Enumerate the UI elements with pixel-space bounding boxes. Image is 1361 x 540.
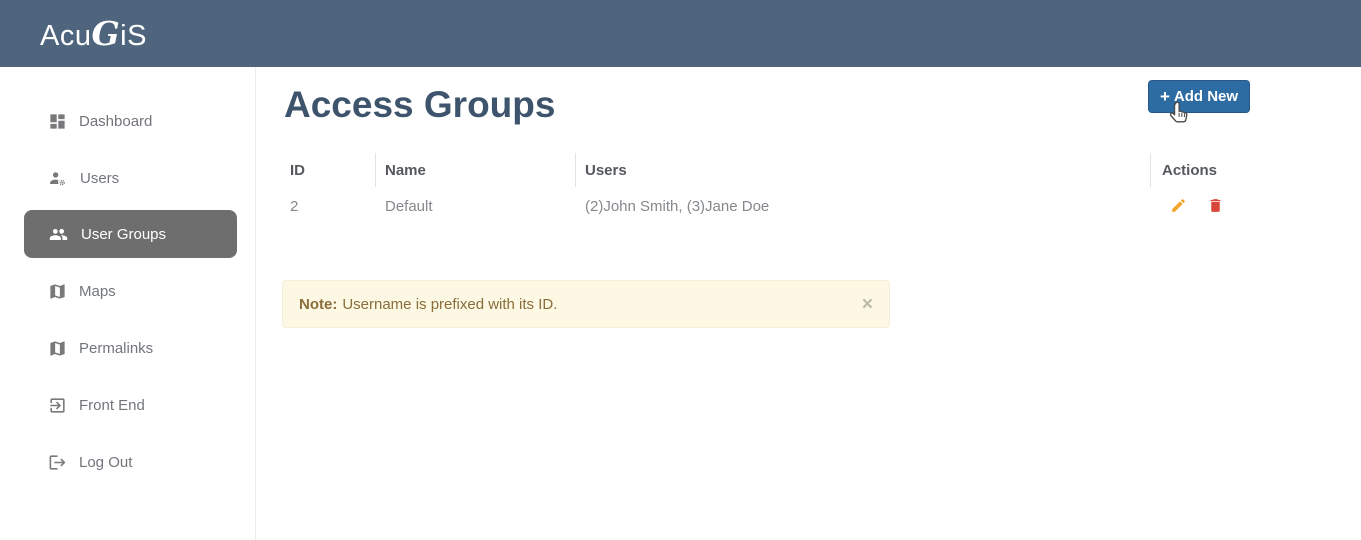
logo-text-g: G <box>91 14 120 53</box>
enter-app-icon <box>48 396 67 415</box>
cell-group-name: Default <box>385 198 433 215</box>
column-header-id: ID <box>290 162 305 179</box>
sidebar-item-log-out[interactable]: Log Out <box>24 438 237 486</box>
top-header-bar: AcuGiS <box>0 0 1361 67</box>
logo-text-prefix: Acu <box>40 20 91 52</box>
sidebar-item-label: Permalinks <box>79 340 153 357</box>
column-header-actions: Actions <box>1162 162 1217 179</box>
map-icon <box>48 339 67 358</box>
map-icon <box>48 282 67 301</box>
sidebar-item-dashboard[interactable]: Dashboard <box>24 97 237 145</box>
sidebar-nav: Dashboard Users User Groups Maps Permali… <box>0 67 256 540</box>
logout-icon <box>48 453 67 472</box>
note-alert: Note: Username is prefixed with its ID. … <box>282 280 890 328</box>
sidebar-item-label: Users <box>80 170 119 187</box>
page-title: Access Groups <box>284 84 555 126</box>
sidebar-item-label: Dashboard <box>79 113 152 130</box>
sidebar-item-front-end[interactable]: Front End <box>24 381 237 429</box>
note-text: Username is prefixed with its ID. <box>342 296 557 313</box>
app-logo: AcuGiS <box>40 0 147 67</box>
sidebar-item-label: Log Out <box>79 454 132 471</box>
edit-button[interactable] <box>1170 197 1187 214</box>
user-gear-icon <box>48 169 68 188</box>
note-label: Note: <box>299 296 337 313</box>
sidebar-item-users[interactable]: Users <box>24 154 237 202</box>
sidebar-item-label: User Groups <box>81 226 166 243</box>
sidebar-item-maps[interactable]: Maps <box>24 267 237 315</box>
close-icon[interactable]: × <box>862 295 873 314</box>
column-header-users: Users <box>585 162 627 179</box>
sidebar-item-user-groups[interactable]: User Groups <box>24 210 237 258</box>
column-header-name: Name <box>385 162 426 179</box>
column-divider <box>375 153 376 187</box>
cell-group-id: 2 <box>290 198 298 215</box>
dashboard-icon <box>48 112 67 131</box>
column-divider <box>575 153 576 187</box>
sidebar-item-permalinks[interactable]: Permalinks <box>24 324 237 372</box>
add-new-button-label: Add New <box>1174 88 1238 105</box>
sidebar-item-label: Maps <box>79 283 116 300</box>
delete-button[interactable] <box>1207 197 1224 214</box>
add-new-button[interactable]: + Add New <box>1148 80 1250 113</box>
sidebar-item-label: Front End <box>79 397 145 414</box>
logo-text-suffix: iS <box>120 20 147 52</box>
column-divider <box>1150 153 1151 187</box>
cell-group-users: (2)John Smith, (3)Jane Doe <box>585 198 769 215</box>
plus-icon: + <box>1160 87 1170 107</box>
user-group-icon <box>48 225 69 244</box>
